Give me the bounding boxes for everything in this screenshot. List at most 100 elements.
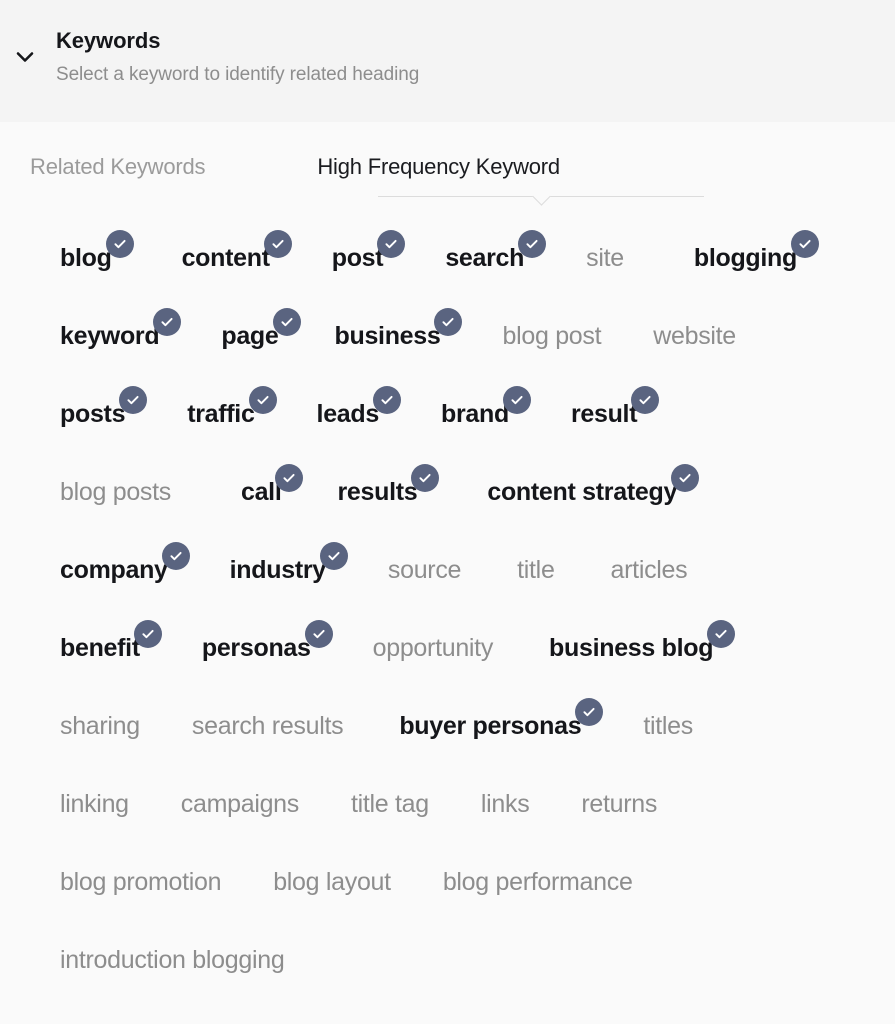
keyword-label: posts [60, 400, 126, 428]
keyword-label: search [445, 244, 525, 272]
keyword-label: content strategy [487, 478, 678, 506]
keyword-chip[interactable]: introduction blogging [60, 932, 285, 974]
keyword-label: personas [201, 634, 311, 662]
keyword-chip[interactable]: articles [611, 542, 688, 583]
keyword-chip[interactable]: posts [60, 386, 148, 428]
check-icon [372, 386, 401, 414]
keyword-label: post [331, 244, 384, 272]
keyword-chip[interactable]: campaigns [180, 776, 300, 818]
keyword-row: blog posts call results content strategy [0, 464, 895, 542]
keyword-row: sharing search results buyer personas ti… [0, 698, 895, 776]
keyword-chip[interactable]: content [181, 230, 292, 272]
keyword-chip[interactable]: search results [191, 698, 344, 740]
keyword-label: blog [60, 244, 112, 272]
tab-high-frequency-keyword[interactable]: High Frequency Keyword [317, 154, 560, 180]
keyword-chip[interactable]: business blog [549, 620, 736, 662]
keyword-label: campaigns [180, 790, 300, 818]
keyword-row: introduction blogging [0, 932, 895, 1010]
keyword-label: results [337, 478, 418, 506]
check-icon [133, 620, 162, 648]
keyword-chip[interactable]: personas [201, 620, 333, 662]
keyword-chip[interactable]: title tag [351, 776, 429, 817]
check-icon [377, 230, 406, 258]
tab-related-keywords[interactable]: Related Keywords [30, 154, 206, 180]
keyword-label: links [480, 790, 530, 818]
keyword-label: buyer personas [399, 712, 582, 740]
keyword-label: business [334, 322, 441, 350]
check-icon [631, 386, 660, 414]
keyword-chip[interactable]: traffic [187, 386, 277, 428]
keyword-label: articles [610, 556, 688, 584]
keyword-label: blog performance [442, 868, 633, 896]
keyword-row: blog content post search site blogging [0, 230, 895, 308]
keyword-label: traffic [187, 400, 255, 428]
keyword-chip[interactable]: content strategy [487, 464, 700, 506]
keyword-chip[interactable]: titles [643, 698, 693, 739]
check-icon [518, 230, 547, 258]
keyword-chip[interactable]: blog [60, 230, 134, 272]
keyword-label: leads [316, 400, 380, 428]
chevron-down-icon[interactable] [12, 44, 38, 70]
keyword-row: company industry source title articles [0, 542, 895, 620]
keyword-chip[interactable]: linking [60, 776, 129, 817]
page-title: Keywords [56, 28, 161, 53]
keyword-chip[interactable]: blog performance [443, 854, 633, 895]
keyword-label: content [181, 244, 270, 272]
keyword-chip[interactable]: brand [441, 386, 531, 427]
keyword-label: titles [643, 712, 693, 740]
keyword-chip[interactable]: post [331, 230, 406, 272]
keyword-chip[interactable]: benefit [60, 620, 162, 661]
keyword-chip[interactable]: result [571, 386, 660, 427]
keyword-chip[interactable]: blog layout [273, 854, 391, 895]
keyword-label: introduction blogging [60, 946, 285, 974]
keyword-chip[interactable]: industry [229, 542, 348, 584]
keyword-chip[interactable]: call [241, 464, 304, 505]
keyword-label: page [221, 322, 279, 350]
check-icon [263, 230, 292, 258]
keyword-chip[interactable]: blog posts [60, 464, 171, 505]
keyword-chip[interactable]: buyer personas [399, 698, 604, 740]
keyword-chip[interactable]: sharing [60, 698, 140, 739]
check-icon [502, 386, 531, 414]
keyword-label: title [517, 556, 555, 584]
check-icon [790, 230, 819, 258]
keyword-row: benefit personas opportunity business bl… [0, 620, 895, 698]
keyword-label: company [60, 556, 168, 584]
keyword-label: opportunity [372, 634, 494, 662]
active-tab-indicator [378, 196, 704, 197]
check-icon [707, 620, 736, 648]
keyword-label: site [586, 244, 624, 272]
keyword-label: industry [229, 556, 327, 584]
check-icon [304, 620, 333, 648]
keyword-chip[interactable]: blogging [693, 230, 819, 272]
keyword-tabs-region: Related Keywords High Frequency Keyword [0, 122, 895, 230]
keyword-chip[interactable]: results [337, 464, 440, 506]
keyword-chip[interactable]: links [481, 776, 530, 817]
keyword-chip[interactable]: blog promotion [60, 854, 221, 895]
keyword-chip[interactable]: page [221, 308, 301, 350]
keyword-chip[interactable]: returns [581, 776, 657, 817]
keyword-chip[interactable]: website [653, 308, 736, 349]
keyword-chip[interactable]: source [388, 542, 462, 583]
keyword-label: sharing [60, 712, 140, 740]
check-icon [119, 386, 148, 414]
keywords-panel-header: Keywords Select a keyword to identify re… [0, 0, 895, 122]
keyword-chip[interactable]: title [517, 542, 555, 584]
keyword-label: search results [191, 712, 344, 740]
keyword-chip[interactable]: keyword [60, 308, 182, 350]
keyword-chip[interactable]: business [334, 308, 463, 350]
keyword-label: blogging [693, 244, 797, 272]
keyword-chip[interactable]: leads [316, 386, 401, 428]
check-icon [272, 308, 301, 336]
keyword-label: linking [60, 790, 129, 818]
keyword-label: blog layout [273, 868, 391, 896]
keyword-chip[interactable]: blog post [502, 308, 601, 349]
keyword-label: keyword [60, 322, 160, 350]
keyword-chip[interactable]: opportunity [372, 620, 494, 662]
keyword-label: business blog [549, 634, 714, 662]
check-icon [275, 464, 304, 492]
keyword-label: blog posts [60, 478, 171, 506]
keyword-chip[interactable]: site [586, 230, 624, 271]
keyword-chip[interactable]: search [445, 230, 547, 272]
keyword-chip[interactable]: company [60, 542, 190, 584]
